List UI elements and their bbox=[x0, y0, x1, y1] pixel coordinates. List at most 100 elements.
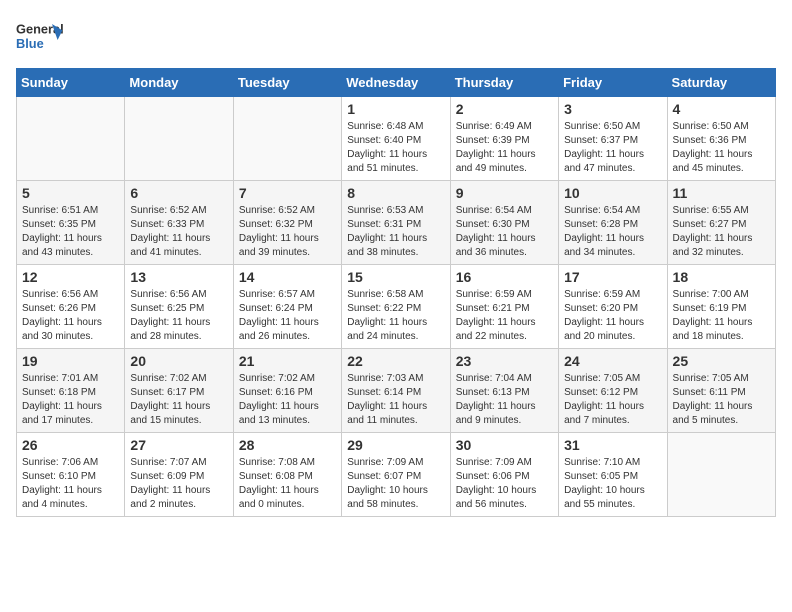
calendar-cell: 5 Sunrise: 6:51 AM Sunset: 6:35 PM Daylig… bbox=[17, 181, 125, 265]
calendar-cell: 30 Sunrise: 7:09 AM Sunset: 6:06 PM Dayli… bbox=[450, 433, 558, 517]
day-info: Sunrise: 6:58 AM Sunset: 6:22 PM Dayligh… bbox=[347, 288, 444, 344]
day-info: Sunrise: 7:06 AM Sunset: 6:10 PM Dayligh… bbox=[22, 456, 119, 512]
day-info: Sunrise: 7:07 AM Sunset: 6:09 PM Dayligh… bbox=[130, 456, 227, 512]
calendar-cell: 9 Sunrise: 6:54 AM Sunset: 6:30 PM Daylig… bbox=[450, 181, 558, 265]
logo: General Blue bbox=[16, 16, 68, 56]
day-info: Sunrise: 7:02 AM Sunset: 6:16 PM Dayligh… bbox=[239, 372, 336, 428]
day-info: Sunrise: 7:05 AM Sunset: 6:12 PM Dayligh… bbox=[564, 372, 661, 428]
day-info: Sunrise: 6:51 AM Sunset: 6:35 PM Dayligh… bbox=[22, 204, 119, 260]
day-info: Sunrise: 7:00 AM Sunset: 6:19 PM Dayligh… bbox=[673, 288, 770, 344]
calendar-cell: 25Sunrise: 7:05 AM Sunset: 6:11 PM Dayli… bbox=[667, 349, 775, 433]
day-number: 1 bbox=[347, 101, 444, 117]
day-number: 23 bbox=[456, 353, 553, 369]
calendar-cell: 24Sunrise: 7:05 AM Sunset: 6:12 PM Dayli… bbox=[559, 349, 667, 433]
day-number: 13 bbox=[130, 269, 227, 285]
page-header: General Blue bbox=[16, 16, 776, 56]
day-number: 28 bbox=[239, 437, 336, 453]
day-number: 22 bbox=[347, 353, 444, 369]
day-info: Sunrise: 7:02 AM Sunset: 6:17 PM Dayligh… bbox=[130, 372, 227, 428]
day-info: Sunrise: 7:09 AM Sunset: 6:06 PM Dayligh… bbox=[456, 456, 553, 512]
day-info: Sunrise: 6:48 AM Sunset: 6:40 PM Dayligh… bbox=[347, 120, 444, 176]
calendar-cell bbox=[667, 433, 775, 517]
calendar-cell: 17 Sunrise: 6:59 AM Sunset: 6:20 PM Dayli… bbox=[559, 265, 667, 349]
day-number: 19 bbox=[22, 353, 119, 369]
calendar-cell: 3Sunrise: 6:50 AM Sunset: 6:37 PM Daylig… bbox=[559, 97, 667, 181]
day-number: 17 bbox=[564, 269, 661, 285]
calendar-cell: 23 Sunrise: 7:04 AM Sunset: 6:13 PM Dayli… bbox=[450, 349, 558, 433]
day-number: 31 bbox=[564, 437, 661, 453]
day-number: 4 bbox=[673, 101, 770, 117]
day-info: Sunrise: 6:56 AM Sunset: 6:26 PM Dayligh… bbox=[22, 288, 119, 344]
day-info: Sunrise: 6:54 AM Sunset: 6:30 PM Dayligh… bbox=[456, 204, 553, 260]
day-info: Sunrise: 6:52 AM Sunset: 6:33 PM Dayligh… bbox=[130, 204, 227, 260]
day-number: 9 bbox=[456, 185, 553, 201]
day-number: 2 bbox=[456, 101, 553, 117]
calendar-cell: 7 Sunrise: 6:52 AM Sunset: 6:32 PM Daylig… bbox=[233, 181, 341, 265]
day-info: Sunrise: 6:59 AM Sunset: 6:20 PM Dayligh… bbox=[564, 288, 661, 344]
calendar-cell: 26 Sunrise: 7:06 AM Sunset: 6:10 PM Dayli… bbox=[17, 433, 125, 517]
calendar-cell: 2 Sunrise: 6:49 AM Sunset: 6:39 PM Daylig… bbox=[450, 97, 558, 181]
day-info: Sunrise: 6:54 AM Sunset: 6:28 PM Dayligh… bbox=[564, 204, 661, 260]
calendar-cell: 18Sunrise: 7:00 AM Sunset: 6:19 PM Dayli… bbox=[667, 265, 775, 349]
calendar-cell: 8 Sunrise: 6:53 AM Sunset: 6:31 PM Daylig… bbox=[342, 181, 450, 265]
day-number: 10 bbox=[564, 185, 661, 201]
day-info: Sunrise: 7:08 AM Sunset: 6:08 PM Dayligh… bbox=[239, 456, 336, 512]
day-info: Sunrise: 6:57 AM Sunset: 6:24 PM Dayligh… bbox=[239, 288, 336, 344]
calendar-cell: 16 Sunrise: 6:59 AM Sunset: 6:21 PM Dayli… bbox=[450, 265, 558, 349]
calendar-cell: 21 Sunrise: 7:02 AM Sunset: 6:16 PM Dayli… bbox=[233, 349, 341, 433]
day-info: Sunrise: 6:53 AM Sunset: 6:31 PM Dayligh… bbox=[347, 204, 444, 260]
calendar-cell: 12 Sunrise: 6:56 AM Sunset: 6:26 PM Dayli… bbox=[17, 265, 125, 349]
calendar-cell bbox=[233, 97, 341, 181]
calendar-cell: 29 Sunrise: 7:09 AM Sunset: 6:07 PM Dayli… bbox=[342, 433, 450, 517]
day-number: 20 bbox=[130, 353, 227, 369]
day-info: Sunrise: 6:59 AM Sunset: 6:21 PM Dayligh… bbox=[456, 288, 553, 344]
day-number: 27 bbox=[130, 437, 227, 453]
calendar-cell bbox=[125, 97, 233, 181]
day-info: Sunrise: 7:03 AM Sunset: 6:14 PM Dayligh… bbox=[347, 372, 444, 428]
calendar-cell bbox=[17, 97, 125, 181]
svg-text:Blue: Blue bbox=[16, 36, 44, 51]
calendar-cell: 28 Sunrise: 7:08 AM Sunset: 6:08 PM Dayli… bbox=[233, 433, 341, 517]
calendar-cell: 19 Sunrise: 7:01 AM Sunset: 6:18 PM Dayli… bbox=[17, 349, 125, 433]
day-number: 7 bbox=[239, 185, 336, 201]
day-number: 6 bbox=[130, 185, 227, 201]
weekday-header-wednesday: Wednesday bbox=[342, 69, 450, 97]
day-number: 21 bbox=[239, 353, 336, 369]
day-number: 15 bbox=[347, 269, 444, 285]
weekday-header-tuesday: Tuesday bbox=[233, 69, 341, 97]
calendar-cell: 11 Sunrise: 6:55 AM Sunset: 6:27 PM Dayli… bbox=[667, 181, 775, 265]
day-info: Sunrise: 6:50 AM Sunset: 6:37 PM Dayligh… bbox=[564, 120, 661, 176]
day-info: Sunrise: 6:52 AM Sunset: 6:32 PM Dayligh… bbox=[239, 204, 336, 260]
weekday-header-friday: Friday bbox=[559, 69, 667, 97]
weekday-header-thursday: Thursday bbox=[450, 69, 558, 97]
day-number: 29 bbox=[347, 437, 444, 453]
day-info: Sunrise: 7:10 AM Sunset: 6:05 PM Dayligh… bbox=[564, 456, 661, 512]
day-number: 11 bbox=[673, 185, 770, 201]
calendar-table: SundayMondayTuesdayWednesdayThursdayFrid… bbox=[16, 68, 776, 517]
day-number: 25 bbox=[673, 353, 770, 369]
day-number: 12 bbox=[22, 269, 119, 285]
calendar-cell: 1 Sunrise: 6:48 AM Sunset: 6:40 PM Daylig… bbox=[342, 97, 450, 181]
weekday-header-saturday: Saturday bbox=[667, 69, 775, 97]
calendar-cell: 4 Sunrise: 6:50 AM Sunset: 6:36 PM Daylig… bbox=[667, 97, 775, 181]
day-info: Sunrise: 6:50 AM Sunset: 6:36 PM Dayligh… bbox=[673, 120, 770, 176]
day-info: Sunrise: 7:01 AM Sunset: 6:18 PM Dayligh… bbox=[22, 372, 119, 428]
calendar-cell: 31 Sunrise: 7:10 AM Sunset: 6:05 PM Dayli… bbox=[559, 433, 667, 517]
day-info: Sunrise: 7:09 AM Sunset: 6:07 PM Dayligh… bbox=[347, 456, 444, 512]
calendar-cell: 13 Sunrise: 6:56 AM Sunset: 6:25 PM Dayli… bbox=[125, 265, 233, 349]
calendar-cell: 20 Sunrise: 7:02 AM Sunset: 6:17 PM Dayli… bbox=[125, 349, 233, 433]
day-info: Sunrise: 7:04 AM Sunset: 6:13 PM Dayligh… bbox=[456, 372, 553, 428]
day-number: 30 bbox=[456, 437, 553, 453]
day-number: 8 bbox=[347, 185, 444, 201]
weekday-header-sunday: Sunday bbox=[17, 69, 125, 97]
day-info: Sunrise: 6:55 AM Sunset: 6:27 PM Dayligh… bbox=[673, 204, 770, 260]
day-number: 5 bbox=[22, 185, 119, 201]
calendar-cell: 6 Sunrise: 6:52 AM Sunset: 6:33 PM Daylig… bbox=[125, 181, 233, 265]
day-number: 14 bbox=[239, 269, 336, 285]
day-info: Sunrise: 6:49 AM Sunset: 6:39 PM Dayligh… bbox=[456, 120, 553, 176]
day-info: Sunrise: 6:56 AM Sunset: 6:25 PM Dayligh… bbox=[130, 288, 227, 344]
day-number: 16 bbox=[456, 269, 553, 285]
day-number: 26 bbox=[22, 437, 119, 453]
calendar-cell: 15 Sunrise: 6:58 AM Sunset: 6:22 PM Dayli… bbox=[342, 265, 450, 349]
weekday-header-monday: Monday bbox=[125, 69, 233, 97]
